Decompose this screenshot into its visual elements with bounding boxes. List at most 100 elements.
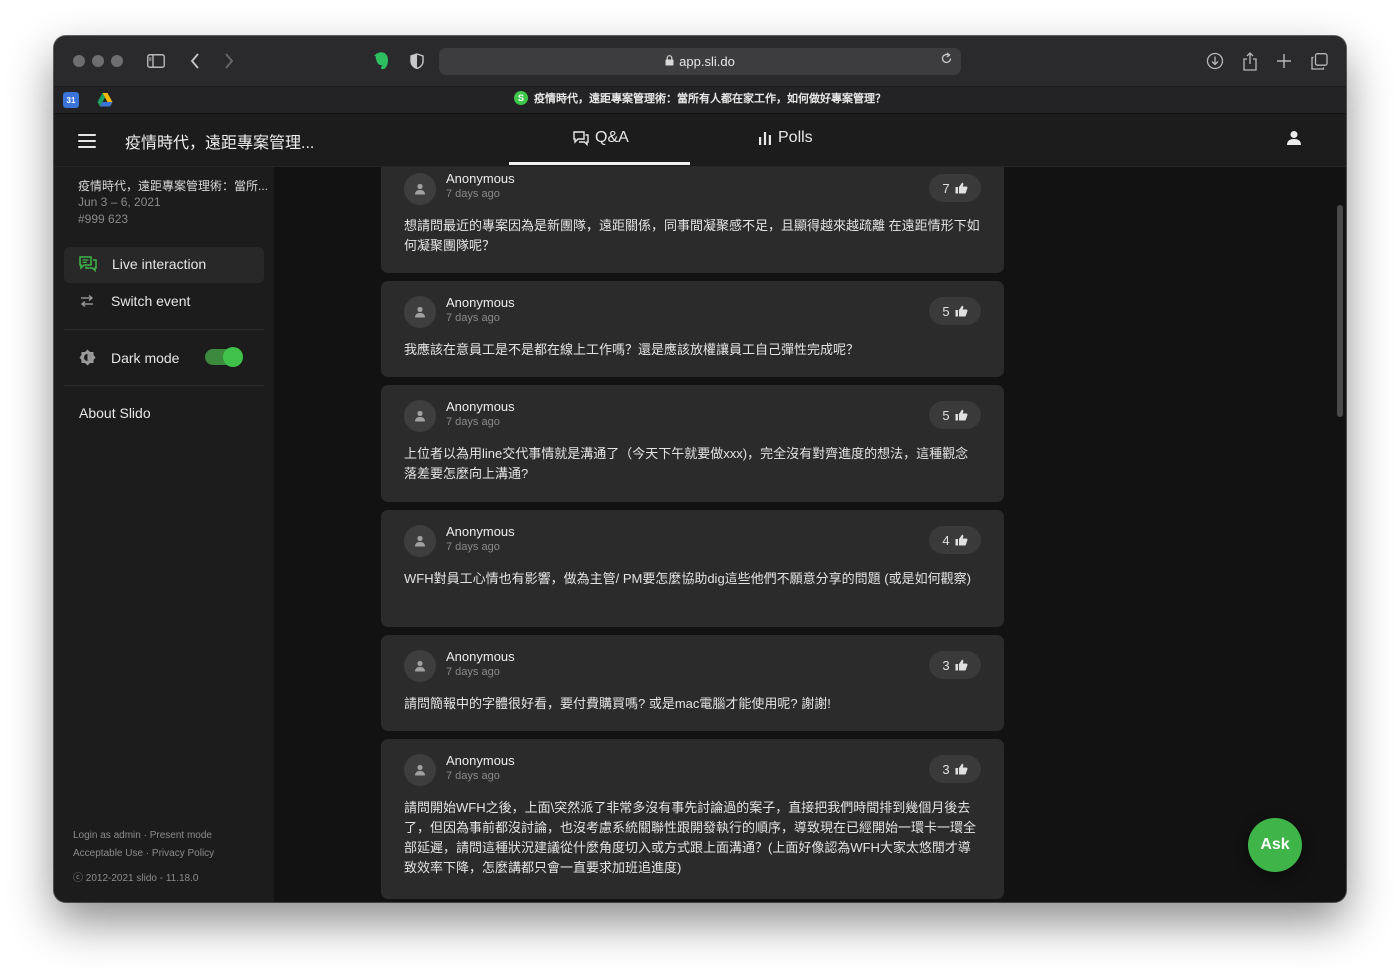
scrollbar[interactable] [1337,205,1343,417]
question-author: Anonymous [446,753,515,768]
like-count: 5 [942,407,950,423]
question-time: 7 days ago [446,416,500,428]
question-card: Anonymous 7 days ago 4 WFH對員工心情也有影響，做為主管… [381,510,1004,627]
user-account-icon[interactable] [1286,130,1302,151]
like-count: 3 [942,657,950,673]
active-tab-indicator [509,162,690,165]
question-text: 我應該在意員工是不是都在線上工作嗎？還是應該放權讓員工自己彈性完成呢？ [404,342,860,357]
question-time: 7 days ago [446,312,500,324]
dark-mode-toggle[interactable] [205,347,243,367]
like-count: 5 [942,303,950,319]
sidebar-item-switch-event[interactable]: Switch event [79,293,190,309]
brightness-icon [79,349,96,366]
url-text: app.sli.do [679,54,735,69]
avatar [404,525,436,557]
question-card: Anonymous 7 days ago 3 請問開始WFH之後，上面\突然派了… [381,739,1004,899]
like-button[interactable]: 5 [929,297,981,325]
event-title: 疫情時代，遠距專案管理... [125,135,315,152]
like-count: 3 [942,761,950,777]
question-text: 請問開始WFH之後，上面\突然派了非常多沒有事先討論過的案子，直接把我們時間排到… [404,800,977,875]
shield-icon[interactable] [406,50,428,72]
like-count: 7 [942,180,950,196]
sidebar-divider [64,385,264,386]
login-present-links[interactable]: Login as admin · Present mode [73,830,212,841]
about-slido-link[interactable]: About Slido [79,405,151,421]
browser-toolbar: app.sli.do [54,36,1346,87]
question-text: 請問簡報中的字體很好看，要付費購買嗎? 或是mac電腦才能使用呢? 謝謝! [404,696,831,711]
copyright-text: ⓒ 2012-2021 slido - 11.18.0 [73,873,199,884]
question-time: 7 days ago [446,666,500,678]
evernote-extension-icon[interactable] [371,50,393,72]
avatar [404,173,436,205]
share-icon[interactable] [1239,50,1261,72]
sidebar-event-name: 疫情時代，遠距專案管理術：當所... [78,179,269,193]
policy-links[interactable]: Acceptable Use · Privacy Policy [73,848,214,859]
thumbs-up-icon [955,409,968,421]
active-tab-title: 疫情時代，遠距專案管理術：當所有人都在家工作，如何做好專案管理？ [534,93,886,105]
bar-chart-icon [759,132,771,145]
minimize-window-button[interactable] [92,55,104,67]
sidebar-live-interaction-label: Live interaction [112,256,207,272]
question-time: 7 days ago [446,770,500,782]
sidebar-dark-mode-label: Dark mode [111,349,180,366]
question-text: 上位者以為用line交代事情就是溝通了（今天下午就要做xxx)，完全沒有對齊進度… [404,446,969,481]
questions-list: Anonymous 7 days ago 7 想請問最近的專案因為是新團隊，遠距… [274,167,1346,902]
thumbs-up-icon [955,534,968,546]
tab-overview-icon[interactable] [1308,50,1330,72]
thumbs-up-icon [955,763,968,775]
thumbs-up-icon [955,659,968,671]
question-text: WFH對員工心情也有影響，做為主管/ PM要怎麼協助dig這些他們不願意分享的問… [404,571,971,586]
like-button[interactable]: 4 [929,526,981,554]
tab-bar: 31 S 疫情時代，遠距專案管理術：當所有人都在家工作，如何做好專案管理？ [54,87,1346,114]
forward-icon[interactable] [218,50,240,72]
question-time: 7 days ago [446,541,500,553]
like-button[interactable]: 7 [929,174,981,202]
question-card: Anonymous 7 days ago 3 請問簡報中的字體很好看，要付費購買… [381,635,1004,731]
avatar [404,650,436,682]
reload-icon[interactable] [940,52,953,68]
question-text: 想請問最近的專案因為是新團隊，遠距關係，同事間凝聚感不足，且顯得越來越疏離 在遠… [404,218,980,253]
tab-qa-label: Q&A [595,129,629,146]
address-bar[interactable]: app.sli.do [439,48,961,75]
sidebar: 疫情時代，遠距專案管理術：當所... Jun 3 – 6, 2021 #999 … [54,167,274,902]
chat-icon [573,130,589,146]
lock-icon [665,54,674,69]
active-tab[interactable]: S 疫情時代，遠距專案管理術：當所有人都在家工作，如何做好專案管理？ [54,90,1346,106]
sidebar-toggle-icon[interactable] [145,50,167,72]
switch-arrows-icon [80,294,94,308]
slido-favicon-icon: S [514,91,528,105]
question-card: Anonymous 7 days ago 5 我應該在意員工是不是都在線上工作嗎… [381,281,1004,377]
like-button[interactable]: 5 [929,401,981,429]
sidebar-event-code: #999 623 [78,212,129,226]
sidebar-item-live-interaction-content[interactable]: Live interaction [79,256,206,272]
question-author: Anonymous [446,171,515,186]
sidebar-divider [64,329,264,330]
tab-polls[interactable]: Polls [758,129,813,147]
menu-icon[interactable] [78,134,96,152]
dark-mode-row: Dark mode [79,349,179,366]
question-time: 7 days ago [446,188,500,200]
about-slido-label: About Slido [79,405,151,421]
back-icon[interactable] [184,50,206,72]
new-tab-icon[interactable] [1273,50,1295,72]
app-header: 疫情時代，遠距專案管理... Q&A Polls [54,114,1346,167]
sidebar-switch-event-label: Switch event [111,293,191,309]
question-card: Anonymous 7 days ago 5 上位者以為用line交代事情就是溝… [381,385,1004,502]
avatar [404,754,436,786]
question-author: Anonymous [446,399,515,414]
question-author: Anonymous [446,295,515,310]
question-card: Anonymous 7 days ago 7 想請問最近的專案因為是新團隊，遠距… [381,167,1004,273]
tab-polls-label: Polls [778,129,813,146]
ask-button[interactable]: Ask [1248,818,1302,872]
like-count: 4 [942,532,950,548]
like-button[interactable]: 3 [929,651,981,679]
live-interaction-icon [79,256,97,272]
sidebar-event-dates: Jun 3 – 6, 2021 [78,195,161,209]
like-button[interactable]: 3 [929,755,981,783]
close-window-button[interactable] [73,55,85,67]
downloads-icon[interactable] [1204,50,1226,72]
question-author: Anonymous [446,649,515,664]
tab-qa[interactable]: Q&A [573,129,629,147]
zoom-window-button[interactable] [111,55,123,67]
avatar [404,296,436,328]
